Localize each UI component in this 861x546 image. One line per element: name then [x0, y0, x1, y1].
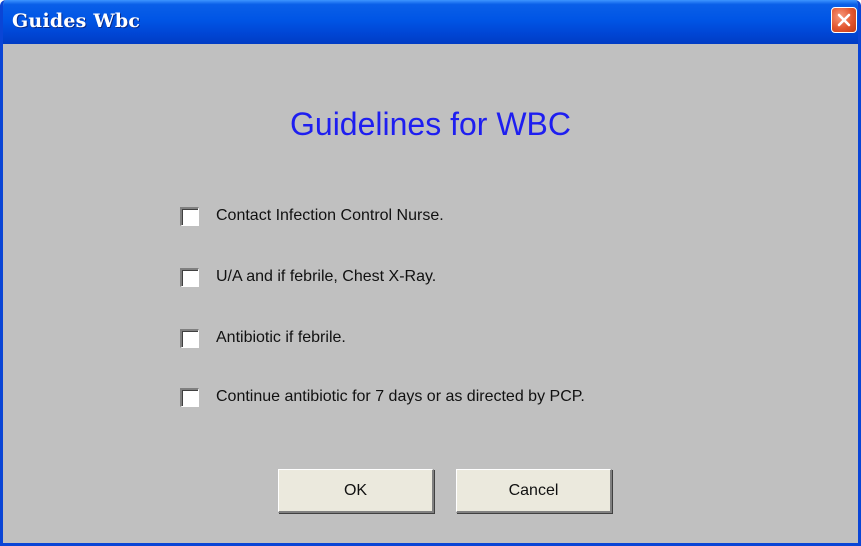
window-title: Guides Wbc — [12, 10, 141, 32]
dialog-window: Guides Wbc Guidelines for WBC Contact In… — [0, 0, 861, 546]
checkbox-label: Contact Infection Control Nurse. — [216, 207, 444, 224]
ok-button[interactable]: OK — [278, 469, 434, 513]
checkbox-antibiotic[interactable] — [180, 328, 199, 348]
checkbox-ua-chest-xray[interactable] — [180, 267, 199, 287]
guideline-item-contact-nurse[interactable]: Contact Infection Control Nurse. — [180, 204, 444, 228]
checkbox-label: Continue antibiotic for 7 days or as dir… — [216, 388, 585, 405]
checkbox-label: Antibiotic if febrile. — [216, 329, 346, 346]
guideline-item-antibiotic[interactable]: Antibiotic if febrile. — [180, 326, 346, 350]
close-icon — [837, 13, 851, 27]
checkbox-continue-antibiotic[interactable] — [180, 387, 199, 407]
cancel-button[interactable]: Cancel — [456, 469, 612, 513]
title-bar[interactable]: Guides Wbc — [3, 0, 858, 44]
guideline-item-ua-chest-xray[interactable]: U/A and if febrile, Chest X-Ray. — [180, 265, 436, 289]
dialog-heading: Guidelines for WBC — [290, 106, 571, 142]
guideline-item-continue-antibiotic[interactable]: Continue antibiotic for 7 days or as dir… — [180, 385, 585, 409]
close-button[interactable] — [831, 7, 857, 33]
checkbox-label: U/A and if febrile, Chest X-Ray. — [216, 268, 437, 285]
dialog-body: Guidelines for WBC Contact Infection Con… — [3, 44, 858, 543]
checkbox-contact-nurse[interactable] — [180, 206, 199, 226]
